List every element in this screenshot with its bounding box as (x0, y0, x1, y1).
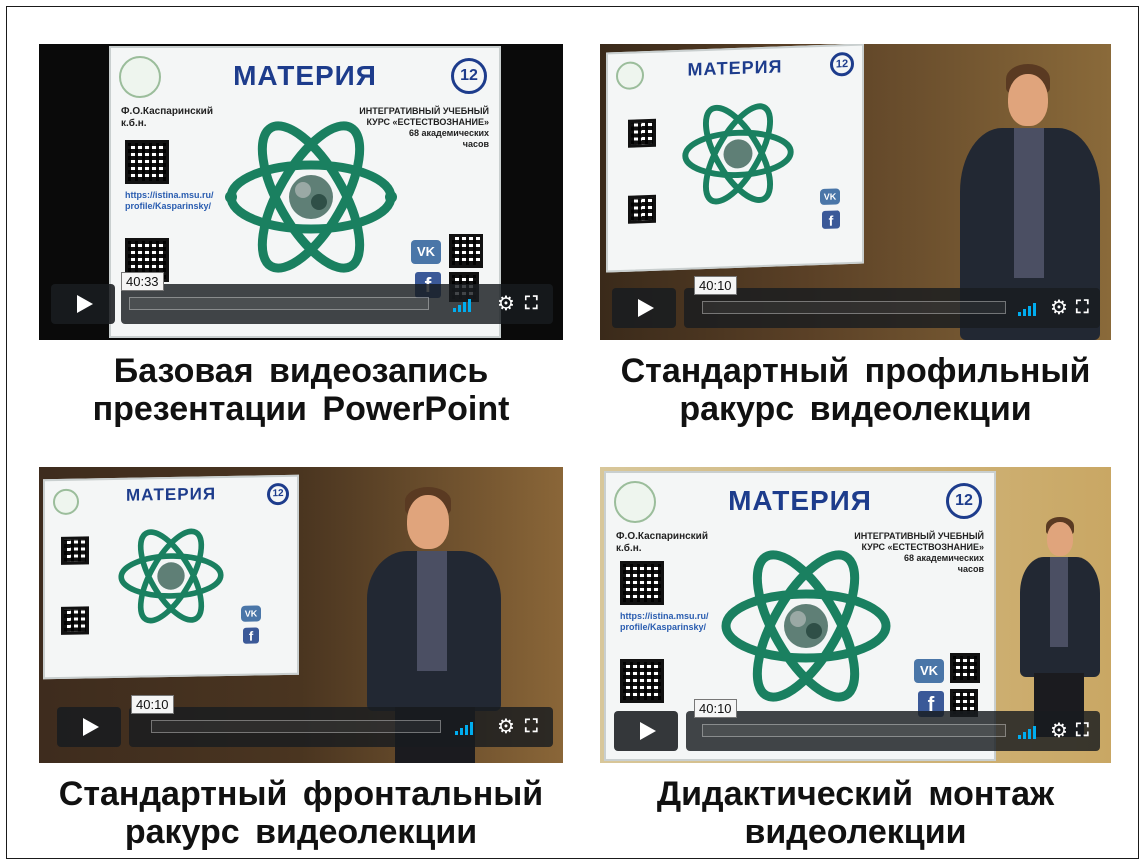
slide-title: МАТЕРИЯ (233, 60, 377, 91)
time-tooltip: 40:10 (694, 699, 737, 718)
slide-title: МАТЕРИЯ (728, 485, 872, 516)
qr-code-icon (628, 118, 656, 148)
qr-code-icon (628, 194, 656, 224)
volume-icon[interactable] (455, 719, 477, 735)
slide-number-badge: 12 (451, 58, 487, 94)
video-player-3[interactable]: МАТЕРИЯ 12 VK f 40:10 ⚙ ⛶ (39, 467, 563, 763)
slide-image: МАТЕРИЯ 12 VK f (606, 44, 864, 273)
control-bar: 40:10 ⚙ ⛶ (684, 276, 1100, 328)
caption-video-3: Стандартный фронтальный ракурс видеолекци… (58, 775, 544, 851)
slide-title: МАТЕРИЯ (687, 56, 783, 80)
qr-code-icon (449, 234, 483, 268)
fullscreen-icon[interactable]: ⛶ (525, 293, 538, 313)
player-controls: 40:10 ⚙ ⛶ (39, 695, 563, 747)
fullscreen-icon[interactable]: ⛶ (525, 716, 538, 736)
qr-code-icon (620, 659, 664, 703)
lecturer-figure (1010, 517, 1106, 737)
volume-icon[interactable] (1018, 300, 1040, 316)
qr-code-icon (61, 536, 89, 565)
vk-icon: VK (411, 240, 441, 264)
video-player-4[interactable]: МАТЕРИЯ 12 Ф.О.Каспаринский к.б.н. ИНТЕГР… (600, 467, 1111, 763)
atom-icon (118, 528, 224, 624)
video-player-1[interactable]: МАТЕРИЯ 12 Ф.О.Каспаринский к.б.н. ИНТЕГР… (39, 44, 563, 340)
vk-icon: VK (820, 188, 840, 206)
caption-video-1: Базовая видеозапись презентации PowerPoin… (92, 352, 510, 428)
progress-track[interactable] (702, 301, 1006, 314)
slide-image: МАТЕРИЯ 12 VK f (43, 474, 299, 680)
facebook-icon: f (243, 627, 259, 644)
play-button[interactable] (51, 284, 115, 324)
player-controls: 40:10 ⚙ ⛶ (600, 276, 1111, 328)
qr-code-icon (125, 140, 169, 184)
player-controls: 40:33 ⚙ ⛶ (39, 272, 563, 324)
slide-link: https://istina.msu.ru/profile/Kasparinsk… (620, 611, 709, 632)
gear-icon[interactable]: ⚙ (1050, 298, 1068, 318)
play-button[interactable] (57, 707, 121, 747)
atom-icon (721, 550, 891, 702)
time-tooltip: 40:33 (121, 272, 164, 291)
gear-icon[interactable]: ⚙ (1050, 721, 1068, 741)
fullscreen-icon[interactable]: ⛶ (1076, 720, 1089, 740)
control-bar: 40:10 ⚙ ⛶ (686, 699, 1100, 751)
vk-icon: VK (914, 659, 944, 683)
qr-code-icon (950, 653, 980, 683)
progress-track[interactable] (129, 297, 429, 310)
qr-code-icon (61, 606, 89, 635)
fullscreen-icon[interactable]: ⛶ (1076, 297, 1089, 317)
play-button[interactable] (614, 711, 678, 751)
video-player-2[interactable]: МАТЕРИЯ 12 VK f 40:10 ⚙ ⛶ (600, 44, 1111, 340)
gear-icon[interactable]: ⚙ (497, 294, 515, 314)
progress-track[interactable] (702, 724, 1006, 737)
slide-title: МАТЕРИЯ (125, 484, 217, 505)
control-bar: 40:10 ⚙ ⛶ (129, 695, 553, 747)
volume-icon[interactable] (1018, 723, 1040, 739)
time-tooltip: 40:10 (694, 276, 737, 295)
caption-video-4: Дидактический монтаж видеолекции (656, 775, 1055, 851)
progress-track[interactable] (151, 720, 441, 733)
gear-icon[interactable]: ⚙ (497, 717, 515, 737)
time-tooltip: 40:10 (131, 695, 174, 714)
atom-icon (225, 121, 397, 273)
slide-number-badge: 12 (946, 483, 982, 519)
slide-author: Ф.О.Каспаринский к.б.н. (616, 531, 708, 554)
facebook-icon: f (822, 210, 840, 229)
player-controls: 40:10 ⚙ ⛶ (600, 699, 1111, 751)
control-bar: 40:33 ⚙ ⛶ (121, 272, 553, 324)
qr-code-icon (620, 561, 664, 605)
play-button[interactable] (612, 288, 676, 328)
slide-author: Ф.О.Каспаринский к.б.н. (121, 106, 213, 129)
atom-icon (682, 103, 794, 205)
vk-icon: VK (241, 605, 261, 622)
volume-icon[interactable] (453, 296, 475, 312)
caption-video-2: Стандартный профильный ракурс видеолекции (620, 352, 1091, 428)
slide-link: https://istina.msu.ru/profile/Kasparinsk… (125, 190, 214, 211)
